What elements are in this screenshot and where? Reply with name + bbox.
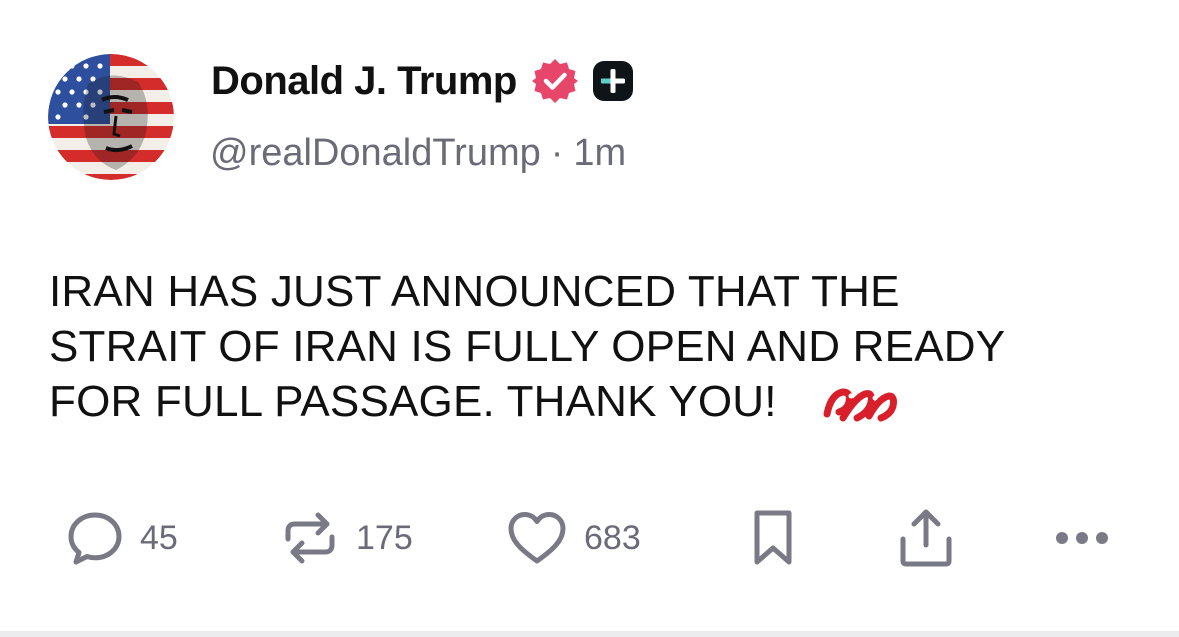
- post-card: Donald J. Trump @realDonaldTrump · 1m IR…: [0, 0, 1179, 637]
- plus-badge-icon: [591, 59, 635, 103]
- more-dots-icon: [1052, 528, 1112, 548]
- bookmark-button[interactable]: [750, 506, 796, 570]
- post-divider: [0, 631, 1179, 637]
- post-text-line-last: FOR FULL PASSAGE. THANK YOU!: [49, 374, 1139, 429]
- reply-count: 45: [140, 518, 178, 557]
- more-button[interactable]: [1052, 506, 1112, 570]
- bookmark-icon: [750, 508, 796, 568]
- like-button[interactable]: 683: [506, 506, 641, 570]
- action-bar: 45 175 683: [0, 506, 1179, 570]
- avatar[interactable]: [48, 54, 174, 180]
- avatar-image: [48, 54, 174, 180]
- author-name-row: Donald J. Trump: [211, 56, 635, 106]
- author-handle[interactable]: @realDonaldTrump: [210, 132, 541, 175]
- post-body: IRAN HAS JUST ANNOUNCED THAT THE STRAIT …: [49, 264, 1139, 429]
- share-icon: [896, 507, 956, 569]
- like-count: 683: [584, 518, 641, 557]
- post-text-line: IRAN HAS JUST ANNOUNCED THAT THE: [49, 267, 900, 316]
- post-text-line-content: FOR FULL PASSAGE. THANK YOU!: [49, 377, 777, 426]
- author-meta-row: @realDonaldTrump · 1m: [210, 128, 626, 178]
- post-text-line: STRAIT OF IRAN IS FULLY OPEN AND READY: [49, 322, 1006, 371]
- heart-icon: [506, 509, 568, 567]
- separator-dot: ·: [550, 131, 564, 174]
- repost-button[interactable]: 175: [280, 506, 413, 570]
- red-logo-icon: [821, 382, 897, 422]
- share-button[interactable]: [896, 506, 956, 570]
- repost-count: 175: [356, 518, 413, 557]
- post-timestamp[interactable]: 1m: [573, 132, 626, 175]
- repost-icon: [280, 509, 340, 567]
- display-name[interactable]: Donald J. Trump: [211, 59, 517, 104]
- reply-bubble-icon: [66, 509, 124, 567]
- reply-button[interactable]: 45: [66, 506, 178, 570]
- verified-badge-icon: [531, 57, 579, 105]
